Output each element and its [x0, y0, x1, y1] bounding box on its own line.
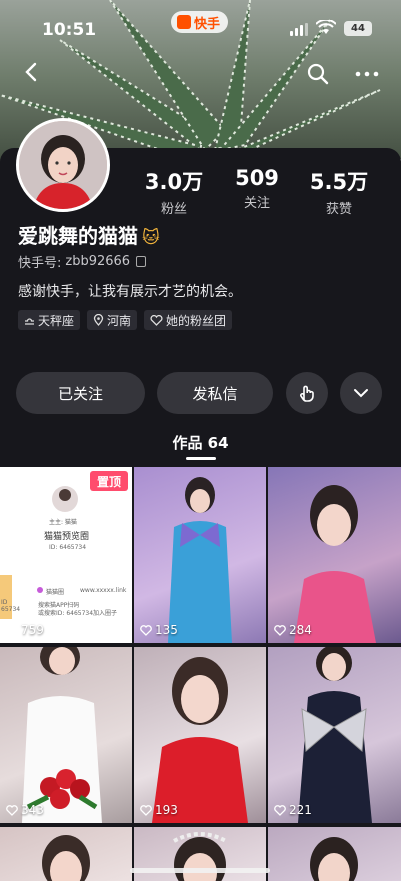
like-count-value: 193 [155, 803, 178, 817]
location-icon [93, 314, 104, 326]
battery-level: 44 [351, 23, 365, 34]
app-name: 快手 [194, 16, 221, 32]
send-message-label: 发私信 [192, 384, 238, 403]
stat-following[interactable]: 509 关注 [217, 166, 297, 211]
tab-works[interactable]: 作品 64 [0, 432, 401, 453]
poster-line-2: 或搜索ID: 6465734加入圈子 [38, 610, 118, 617]
likes-label: 获赞 [325, 202, 352, 217]
search-icon[interactable] [306, 62, 330, 86]
profile-tags: 天秤座 河南 她的粉丝团 [18, 310, 233, 330]
following-label: 关注 [243, 196, 270, 211]
heart-icon [140, 624, 152, 636]
tag-location-text: 河南 [107, 313, 132, 328]
send-message-button[interactable]: 发私信 [157, 372, 273, 414]
cellular-signal-icon [290, 23, 308, 36]
likes-count: 5.5万 [309, 170, 369, 194]
poster-id: ID: 6465734 [49, 544, 87, 551]
profile-bio: 感谢快手，让我有展示才艺的机会。 [18, 284, 242, 300]
chevron-down-icon [354, 389, 368, 398]
heart-icon [274, 804, 286, 816]
like-count: 343 [6, 803, 44, 817]
expand-button[interactable] [340, 372, 382, 414]
work-item[interactable]: 135 [134, 467, 266, 643]
like-count-value: 135 [155, 623, 178, 637]
like-count-value: 759 [21, 623, 44, 637]
followed-button[interactable]: 已关注 [16, 372, 145, 414]
like-count-value: 221 [289, 803, 312, 817]
heart-icon [274, 624, 286, 636]
app-indicator: 快手 [171, 11, 229, 33]
tag-location: 河南 [87, 310, 138, 330]
work-item[interactable]: 343 [0, 647, 132, 823]
like-count: 221 [274, 803, 312, 817]
work-item[interactable] [0, 827, 132, 881]
back-icon[interactable] [20, 60, 44, 84]
poke-button[interactable] [286, 372, 328, 414]
libra-icon [25, 317, 34, 325]
poster-url: www.xxxxx.link [80, 587, 127, 594]
tag-constellation-text: 天秤座 [38, 313, 75, 328]
following-count: 509 [235, 166, 279, 190]
battery-icon: 44 [344, 21, 372, 36]
kuaishou-id-label: 快手号: [18, 256, 62, 271]
kuaishou-id-value: zbb92666 [65, 254, 131, 269]
kuaishou-logo-icon [177, 15, 191, 29]
tag-fan-group[interactable]: 她的粉丝团 [144, 310, 233, 330]
nickname-text: 爱跳舞的猫猫 [18, 224, 138, 248]
tag-constellation: 天秤座 [18, 310, 81, 330]
poster-title: 猫猫预览圈 [44, 532, 90, 542]
like-count: 284 [274, 623, 312, 637]
like-count: 135 [140, 623, 178, 637]
kuaishou-id: 快手号: zbb92666 [18, 252, 147, 271]
profile-actions: 已关注 发私信 [0, 372, 401, 414]
poster-side-id: ID 65734 [1, 599, 21, 613]
avatar[interactable] [16, 118, 110, 212]
followers-label: 粉丝 [160, 202, 187, 217]
work-item[interactable]: 193 [134, 647, 266, 823]
status-bar: 10:51 快手 44 [0, 0, 401, 40]
poster-host: 主主: 猫猫 [49, 519, 77, 526]
finger-tap-icon [300, 385, 314, 402]
work-item[interactable]: 221 [268, 647, 401, 823]
copy-icon[interactable] [136, 256, 147, 267]
like-count-value: 343 [21, 803, 44, 817]
heart-icon [140, 804, 152, 816]
heart-icon [6, 804, 18, 816]
work-item[interactable]: 284 [268, 467, 401, 643]
heart-icon [6, 624, 18, 636]
stat-likes[interactable]: 5.5万 获赞 [299, 166, 379, 217]
clock: 10:51 [42, 20, 97, 40]
poster-brand: 猫猫圈 [46, 589, 65, 596]
work-item[interactable] [268, 827, 401, 881]
work-item[interactable]: 置顶 主主: 猫猫 猫猫预览圈 ID: 6465734 猫猫圈 www.xxxx… [0, 467, 132, 643]
more-options-icon[interactable] [352, 62, 382, 86]
home-indicator [130, 868, 270, 873]
tag-fan-group-text: 她的粉丝团 [166, 313, 227, 328]
followed-label: 已关注 [57, 384, 103, 403]
wifi-icon [316, 20, 336, 34]
stat-followers[interactable]: 3.0万 粉丝 [134, 166, 214, 217]
pinned-badge: 置顶 [90, 471, 128, 491]
followers-count: 3.0万 [144, 170, 204, 194]
like-count: 193 [140, 803, 178, 817]
like-count-value: 284 [289, 623, 312, 637]
profile-nickname: 爱跳舞的猫猫 🐱 [18, 220, 160, 249]
fan-group-icon [150, 314, 163, 326]
cat-emoji: 🐱 [142, 228, 160, 248]
like-count: 759 [6, 623, 44, 637]
tab-works-indicator [186, 457, 216, 460]
